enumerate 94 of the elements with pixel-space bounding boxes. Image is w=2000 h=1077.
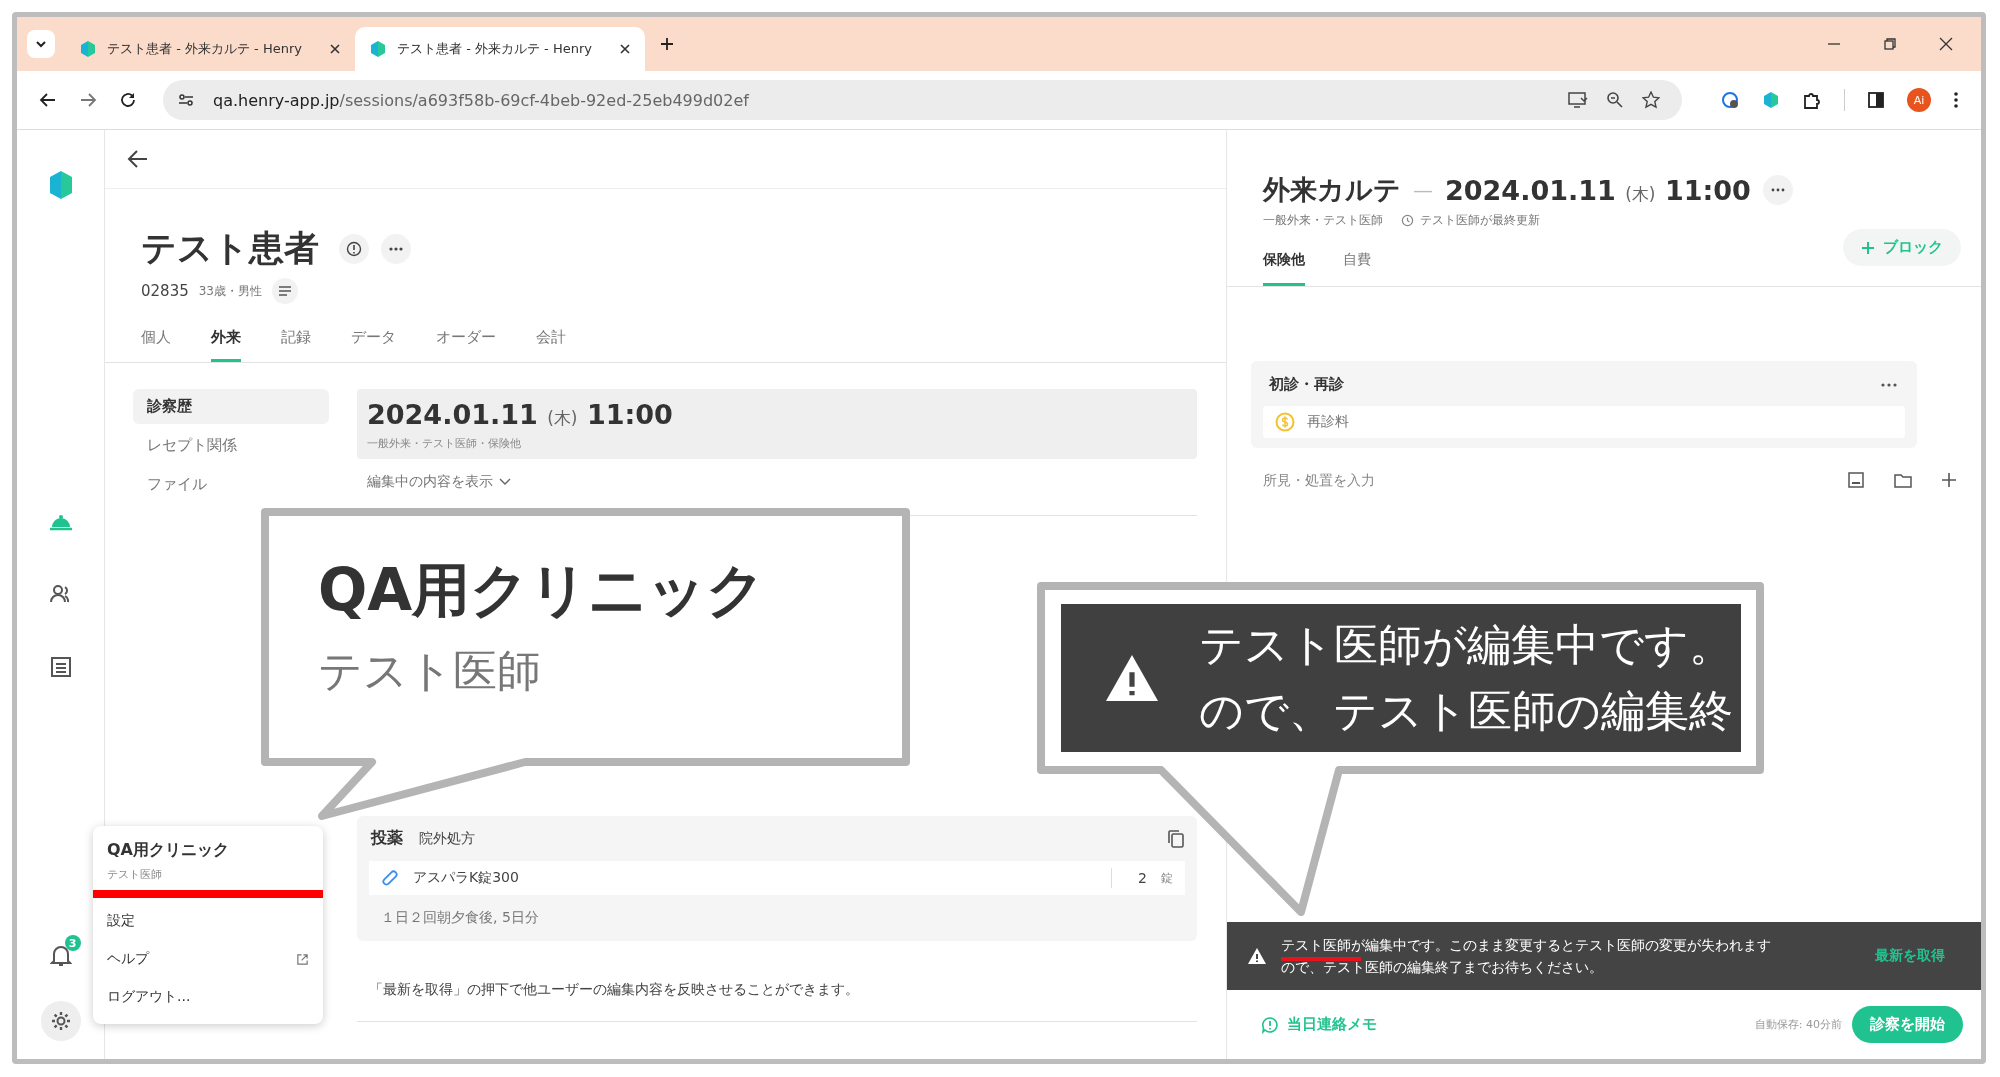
image-icon[interactable] <box>1847 471 1865 489</box>
patient-tab[interactable]: 記録 <box>281 320 311 362</box>
prescription-title: 投薬 <box>371 828 403 849</box>
list-icon[interactable] <box>49 656 72 678</box>
close-icon[interactable] <box>619 43 631 55</box>
patient-tab[interactable]: オーダー <box>436 320 496 362</box>
logo-icon <box>369 39 387 59</box>
autosave-status: 自動保存: 40分前 <box>1754 1017 1842 1032</box>
restore-icon[interactable] <box>1883 37 1897 51</box>
profile-avatar[interactable]: Ai <box>1907 88 1931 112</box>
menu-icon[interactable] <box>1953 91 1959 109</box>
extension-icon[interactable] <box>1720 90 1740 110</box>
record-title: 外来カルテ <box>1263 173 1401 207</box>
more-icon <box>1770 188 1785 192</box>
info-text: 「最新を取得」の押下で他ユーザーの編集内容を反映させることができます。 <box>369 981 860 999</box>
close-icon[interactable] <box>1939 37 1953 51</box>
fetch-latest-link[interactable]: 最新を取得 <box>1875 947 1945 965</box>
record-tab[interactable]: 自費 <box>1343 251 1371 286</box>
session-datetime: 2024.01.11 (木) 11:00 <box>367 399 674 430</box>
notes-button[interactable] <box>272 278 298 304</box>
user-name: テスト医師 <box>107 867 163 882</box>
star-icon[interactable] <box>1642 91 1660 109</box>
callout-subtitle: テスト医師 <box>318 644 542 698</box>
external-link-icon <box>296 952 309 966</box>
plus-icon[interactable] <box>1941 472 1957 488</box>
patient-id: 02835 <box>141 282 189 300</box>
more-icon[interactable] <box>1881 382 1897 387</box>
warning-icon <box>1247 947 1267 965</box>
account-menu-item[interactable]: 設定 <box>93 902 323 940</box>
account-menu-item[interactable]: ログアウト... <box>93 978 323 1016</box>
billing-item: 再診料 <box>1307 413 1349 431</box>
side-menu-item[interactable]: 診察歴 <box>133 389 329 424</box>
speech-bubble-icon <box>1261 1015 1279 1034</box>
pill-icon <box>381 869 399 887</box>
clinic-name: QA用クリニック <box>107 840 230 861</box>
last-updated-text: テスト医師が最終更新 <box>1420 212 1540 229</box>
site-settings-icon[interactable] <box>177 91 195 109</box>
patient-tab[interactable]: データ <box>351 320 396 362</box>
patient-tab[interactable]: 外来 <box>211 320 241 362</box>
lines-icon <box>278 285 292 297</box>
prescription-type: 院外処方 <box>419 829 475 848</box>
drug-unit: 錠 <box>1161 869 1173 887</box>
record-tab[interactable]: 保険他 <box>1263 251 1305 286</box>
side-menu-item[interactable]: ファイル <box>133 467 329 502</box>
settings-button[interactable] <box>40 1001 81 1041</box>
copy-icon[interactable] <box>1167 828 1185 849</box>
puzzle-icon[interactable] <box>1802 90 1822 110</box>
install-icon[interactable] <box>1568 91 1588 109</box>
side-panel-icon[interactable] <box>1867 91 1885 109</box>
url-text: qa.henry-app.jp/sessions/a693f58b-69cf-4beb-92ed-25eb499d02ef <box>213 90 749 110</box>
record-datetime: 2024.01.11 (木) 11:00 <box>1445 174 1751 206</box>
session-card[interactable]: 2024.01.11 (木) 11:00 一般外来・テスト医師・保険他 <box>357 389 1197 459</box>
patient-tab[interactable]: 会計 <box>536 320 566 362</box>
zoom-icon[interactable] <box>1606 91 1624 109</box>
alert-button[interactable] <box>339 233 369 264</box>
chevron-down-icon <box>499 478 511 486</box>
patient-details: 33歳・男性 <box>198 282 262 300</box>
patient-tab[interactable]: 個人 <box>141 320 171 362</box>
drug-quantity: 2 <box>1138 870 1147 886</box>
warning-text: テスト医師が編集中です。このまま変更するとテスト医師の変更が失われます ので、テスト医師の編集終了までお待ちください。 <box>1281 936 1772 977</box>
alert-icon <box>346 240 362 257</box>
tab-list-button[interactable] <box>27 30 55 58</box>
tab-title: テスト患者 - 外来カルテ - Henry <box>107 40 303 58</box>
settings-icon <box>49 1010 72 1032</box>
coin-icon <box>1275 412 1295 432</box>
show-editing-link[interactable]: 編集中の内容を表示 <box>367 473 1197 491</box>
findings-input[interactable]: 所見・処置を入力 <box>1263 468 1819 492</box>
drug-name: アスパラK錠300 <box>413 869 519 887</box>
account-menu-item[interactable]: ヘルプ <box>93 940 323 978</box>
callout-text: テスト医師が編集中です。 ので、テスト医師の編集終 <box>1199 618 1733 738</box>
side-menu-item[interactable]: レセプト関係 <box>133 428 329 463</box>
back-icon[interactable] <box>127 149 149 169</box>
record-meta: 一般外来・テスト医師 <box>1263 212 1383 229</box>
title-separator: — <box>1413 178 1433 202</box>
address-bar[interactable]: qa.henry-app.jp/sessions/a693f58b-69cf-4beb-92ed-25eb499d02ef <box>163 80 1682 120</box>
card-title: 初診・再診 <box>1269 375 1344 394</box>
plus-icon <box>1861 240 1875 255</box>
dosage-text: １日２回朝夕食後, 5日分 <box>381 909 540 927</box>
more-icon <box>388 246 404 251</box>
new-tab-icon[interactable] <box>659 36 675 52</box>
close-icon[interactable] <box>329 43 341 55</box>
callout-title: QA用クリニック <box>318 555 766 626</box>
history-icon <box>1401 214 1414 227</box>
folder-icon[interactable] <box>1893 471 1913 489</box>
forward-icon[interactable] <box>79 91 97 109</box>
logo-icon <box>79 39 97 59</box>
tab-title: テスト患者 - 外来カルテ - Henry <box>397 40 593 58</box>
patient-name: テスト患者 <box>141 227 319 270</box>
notification-badge: 3 <box>64 935 81 951</box>
session-meta: 一般外来・テスト医師・保険他 <box>367 436 522 451</box>
back-icon[interactable] <box>39 91 57 109</box>
browser-tab[interactable]: テスト患者 - 外来カルテ - Henry <box>355 27 645 71</box>
reload-icon[interactable] <box>119 91 137 109</box>
browser-tab[interactable]: テスト患者 - 外来カルテ - Henry <box>65 27 355 71</box>
